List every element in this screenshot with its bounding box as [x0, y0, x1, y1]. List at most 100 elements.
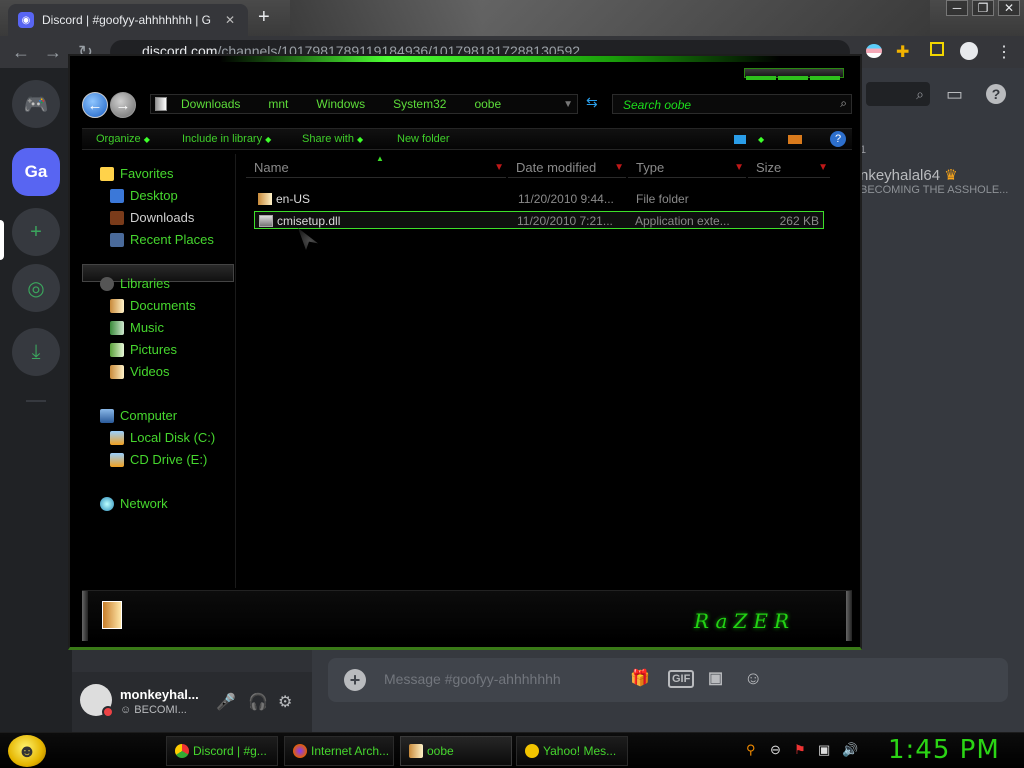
discord-home-icon[interactable]: 🎮 — [12, 80, 60, 128]
back-arrow-icon[interactable]: ← — [12, 42, 30, 63]
nav-music[interactable]: Music — [110, 320, 164, 335]
column-header-type[interactable]: Type ▼ — [628, 158, 746, 178]
side-panel-icon[interactable] — [930, 42, 944, 56]
new-tab-button[interactable]: + — [258, 6, 270, 29]
view-dropdown-icon[interactable]: ◆ — [758, 133, 764, 145]
taskbar-explorer-oobe[interactable]: oobe — [400, 736, 512, 766]
organize-menu[interactable]: Organize ◆ — [96, 133, 150, 145]
explorer-window-buttons[interactable] — [744, 68, 844, 80]
gif-button[interactable]: GIF — [668, 670, 695, 688]
taskbar-yahoo-messenger[interactable]: Yahoo! Mes... — [516, 736, 628, 766]
share-with-menu[interactable]: Share with ◆ — [302, 133, 363, 145]
taskbar-clock[interactable]: 1:45 PM — [888, 735, 1000, 765]
nav-desktop[interactable]: Desktop — [110, 188, 178, 203]
search-placeholder: Search oobe — [623, 98, 692, 112]
search-tray-icon[interactable]: ⚲ — [746, 742, 756, 758]
explorer-maximize[interactable] — [778, 76, 808, 80]
explorer-address-bar[interactable]: Downloads mnt Windows System32 oobe ▼ — [150, 94, 578, 114]
table-row[interactable]: en-US 11/20/2010 9:44... File folder — [254, 190, 824, 208]
minimize-button[interactable]: ─ — [946, 0, 968, 16]
start-button[interactable]: ☻ — [8, 735, 46, 767]
nav-cd-drive[interactable]: CD Drive (E:) — [110, 452, 207, 467]
extensions-puzzle-icon[interactable]: ✚ — [896, 42, 914, 61]
nav-downloads[interactable]: Downloads — [110, 210, 194, 225]
user-settings-gear-icon[interactable]: ⚙ — [278, 692, 292, 712]
explorer-forward-arrow-icon[interactable]: → — [110, 92, 136, 118]
maximize-button[interactable]: ❐ — [972, 0, 994, 16]
add-server-icon[interactable]: + — [12, 208, 60, 256]
forward-arrow-icon[interactable]: → — [44, 42, 62, 63]
close-window-button[interactable]: ✕ — [998, 0, 1020, 16]
gift-icon[interactable]: 🎁 — [630, 668, 650, 688]
column-dropdown-icon[interactable]: ▼ — [734, 158, 744, 178]
tab-close-icon[interactable]: ✕ — [222, 13, 238, 27]
new-folder-label: New folder — [397, 133, 450, 145]
details-pane: RaZER — [82, 590, 852, 641]
downloads-icon — [110, 210, 124, 225]
headphones-icon[interactable]: 🎧 — [248, 692, 268, 712]
profile-flag-icon[interactable] — [866, 44, 882, 58]
change-view-icon[interactable] — [734, 135, 746, 144]
column-dropdown-icon[interactable]: ▼ — [818, 158, 828, 178]
column-header-name[interactable]: Name ▼ — [246, 158, 506, 178]
chrome-menu-icon[interactable]: ⋮ — [996, 42, 1014, 61]
nav-videos[interactable]: Videos — [110, 364, 170, 379]
column-dropdown-icon[interactable]: ▼ — [614, 158, 624, 178]
discord-search-box[interactable]: ⌕ — [866, 82, 930, 106]
nav-network[interactable]: Network — [100, 496, 168, 511]
mute-mic-icon[interactable]: 🎤 — [216, 692, 236, 712]
nav-libraries[interactable]: Libraries — [100, 276, 170, 291]
flag-tray-icon[interactable]: ⚑ — [794, 742, 806, 758]
network-tray-icon[interactable]: ▣ — [818, 742, 830, 758]
nav-pictures-label: Pictures — [130, 342, 177, 357]
column-header-size[interactable]: Size ▼ — [748, 158, 830, 178]
nav-documents[interactable]: Documents — [110, 298, 196, 313]
volume-tray-icon[interactable]: 🔊 — [842, 742, 858, 758]
nav-recent-places[interactable]: Recent Places — [110, 232, 214, 247]
nav-pictures[interactable]: Pictures — [110, 342, 177, 357]
breadcrumb-downloads[interactable]: Downloads — [181, 97, 240, 111]
taskbar-chrome-discord[interactable]: Discord | #g... — [166, 736, 278, 766]
organize-label: Organize — [96, 133, 141, 145]
explorer-search-input[interactable]: Search oobe ⌕ — [612, 94, 852, 114]
dll-file-icon — [259, 215, 273, 227]
refresh-icon[interactable]: ⇆ — [586, 94, 598, 111]
computer-icon — [100, 408, 114, 423]
message-composer[interactable]: + Message #goofyy-ahhhhhhh 🎁 GIF ▣ ☺ — [328, 658, 1008, 702]
column-header-date[interactable]: Date modified ▼ — [508, 158, 626, 178]
breadcrumb-windows[interactable]: Windows — [316, 97, 365, 111]
preview-pane-icon[interactable] — [788, 135, 802, 144]
explorer-minimize[interactable] — [746, 76, 776, 80]
inbox-icon[interactable]: ▭ — [946, 84, 963, 105]
column-dropdown-icon[interactable]: ▼ — [494, 158, 504, 178]
taskbar-firefox-archive[interactable]: Internet Arch... — [284, 736, 394, 766]
address-dropdown-icon[interactable]: ▼ — [563, 99, 573, 110]
breadcrumb-oobe[interactable]: oobe — [474, 97, 501, 111]
table-row[interactable]: cmisetup.dll 11/20/2010 7:21... Applicat… — [254, 211, 824, 229]
nav-computer[interactable]: Computer — [100, 408, 177, 423]
help-icon[interactable]: ? — [986, 84, 1006, 104]
member-name[interactable]: nkeyhalal64 ♛ — [860, 166, 958, 184]
nav-local-disk[interactable]: Local Disk (C:) — [110, 430, 215, 445]
minus-tray-icon[interactable]: ⊖ — [770, 742, 781, 758]
razer-logo: RaZER — [694, 609, 795, 633]
include-in-library-menu[interactable]: Include in library ◆ — [182, 133, 271, 145]
help-icon[interactable]: ? — [830, 131, 846, 147]
nav-favorites[interactable]: Favorites — [100, 166, 173, 181]
explorer-close[interactable] — [810, 76, 840, 80]
browser-tab-discord[interactable]: ◉ Discord | #goofyy-ahhhhhhh | G ✕ — [8, 4, 248, 36]
sticker-icon[interactable]: ▣ — [708, 668, 723, 688]
file-date: 11/20/2010 7:21... — [517, 214, 613, 228]
attach-plus-icon[interactable]: + — [344, 669, 366, 691]
emoji-icon[interactable]: ☺ — [744, 668, 762, 689]
download-apps-icon[interactable]: ⤓ — [12, 328, 60, 376]
column-name-label: Name — [254, 160, 289, 175]
explore-compass-icon[interactable]: ◎ — [12, 264, 60, 312]
folder-icon — [409, 744, 423, 758]
new-folder-button[interactable]: New folder — [397, 133, 450, 145]
breadcrumb-mnt[interactable]: mnt — [268, 97, 288, 111]
explorer-back-arrow-icon[interactable]: ← — [82, 92, 108, 118]
breadcrumb-system32[interactable]: System32 — [393, 97, 446, 111]
profile-avatar-icon[interactable] — [960, 42, 978, 60]
server-ga[interactable]: Ga — [12, 148, 60, 196]
